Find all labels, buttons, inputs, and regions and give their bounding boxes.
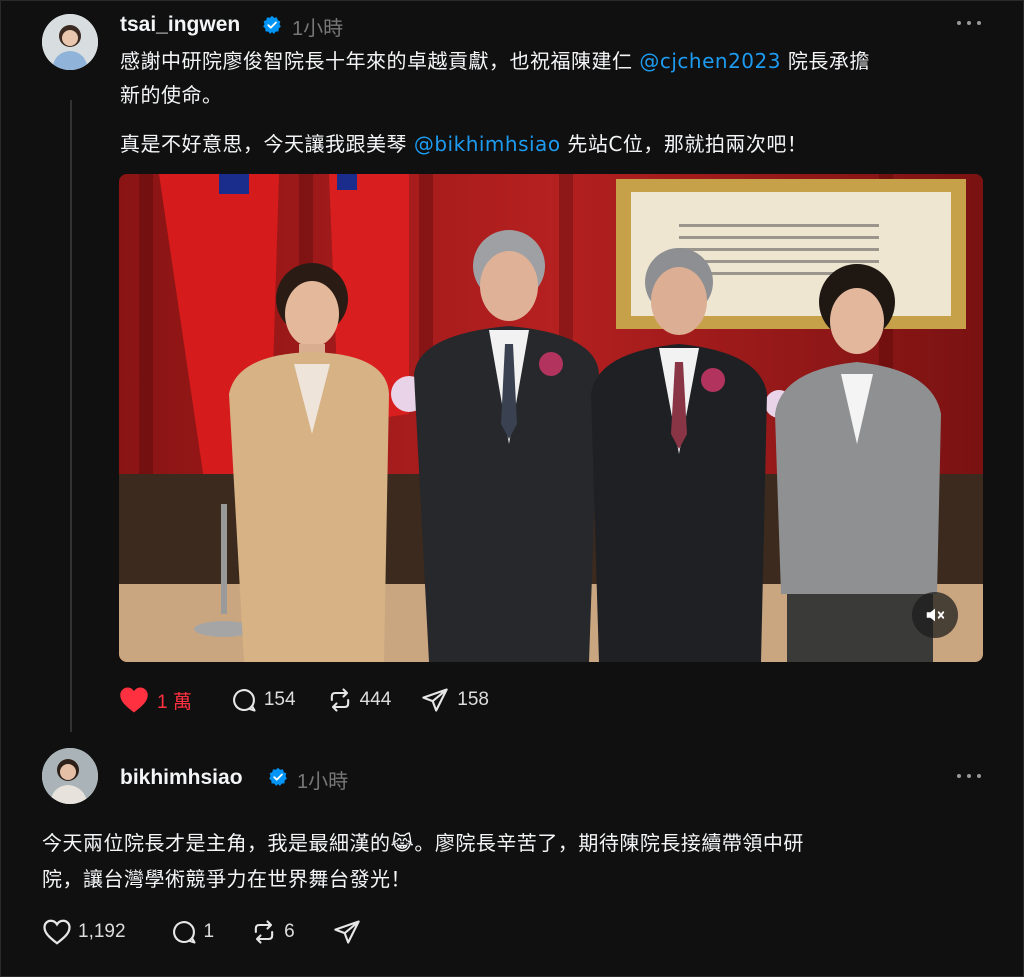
- cat-tears-emoji: 😹: [390, 831, 415, 855]
- comment-icon: [172, 921, 196, 944]
- verified-badge-icon: [269, 767, 287, 786]
- comment-icon: [232, 689, 256, 712]
- repost-count: 6: [284, 921, 295, 942]
- thread-connector-line: [70, 100, 72, 732]
- like-button[interactable]: 1,192: [42, 918, 126, 946]
- share-count: 158: [457, 689, 489, 710]
- share-button[interactable]: 158: [421, 686, 489, 714]
- avatar-bikhimhsiao[interactable]: [42, 748, 98, 804]
- mention-link-bikhimhsiao[interactable]: @bikhimhsiao: [414, 132, 561, 156]
- post-timestamp: 1小時: [297, 771, 349, 793]
- speaker-muted-icon: [926, 608, 945, 622]
- heart-outline-icon: [43, 919, 71, 945]
- comment-button[interactable]: 1: [170, 918, 215, 946]
- heart-filled-icon: [120, 687, 148, 713]
- repost-button[interactable]: 6: [250, 918, 295, 946]
- post-text-line-1: 今天兩位院長才是主角，我是最細漢的😹。廖院長辛苦了，期待陳院長接續帶領中研: [42, 826, 1002, 860]
- post-username[interactable]: tsai_ingwen: [120, 13, 240, 37]
- avatar-tsai-ingwen[interactable]: [42, 14, 98, 70]
- post-text-line-3: 真是不好意思，今天讓我跟美琴 @bikhimhsiao 先站C位，那就拍兩次吧！: [120, 127, 1000, 161]
- verified-badge-icon: [263, 15, 281, 34]
- post-text-line-2: 新的使命。: [120, 83, 223, 107]
- repost-icon: [254, 920, 274, 944]
- post-username[interactable]: bikhimhsiao: [120, 766, 243, 790]
- like-count: 1 萬: [157, 691, 192, 713]
- repost-count: 444: [359, 689, 392, 710]
- post-text-segment: 感謝中研院廖俊智院長十年來的卓越貢獻，也祝福陳建仁: [120, 49, 640, 73]
- post-text-segment: 院長承擔: [780, 49, 870, 73]
- like-button[interactable]: 1 萬: [119, 686, 192, 714]
- comment-count: 154: [263, 689, 296, 710]
- repost-icon: [330, 688, 349, 712]
- post-text-segment: 。廖院長辛苦了，期待陳院長接續帶領中研: [414, 831, 804, 855]
- mention-link-cjchen2023[interactable]: @cjchen2023: [639, 49, 781, 73]
- mute-toggle-button[interactable]: [912, 592, 958, 638]
- more-options-icon[interactable]: [957, 21, 981, 27]
- more-options-icon[interactable]: [957, 774, 981, 780]
- post-video[interactable]: [119, 174, 983, 662]
- post-text-segment: 先站C位，那就拍兩次吧！: [560, 132, 808, 156]
- post-action-bar: 1,192 1 6: [42, 918, 361, 946]
- post-text-segment: 今天兩位院長才是主角，我是最細漢的: [42, 831, 391, 855]
- video-frame-image: [119, 174, 983, 662]
- like-count: 1,192: [78, 921, 126, 942]
- send-icon: [333, 920, 360, 944]
- comment-button[interactable]: 154: [230, 686, 296, 714]
- post-timestamp: 1小時: [292, 18, 344, 40]
- send-icon: [422, 688, 448, 712]
- share-button[interactable]: [333, 918, 361, 946]
- post-text-line-2: 院，讓台灣學術競爭力在世界舞台發光！: [42, 867, 411, 891]
- post-text-line-1: 感謝中研院廖俊智院長十年來的卓越貢獻，也祝福陳建仁 @cjchen2023 院長…: [120, 44, 1000, 78]
- post-action-bar: 1 萬 154 444 158: [119, 686, 489, 714]
- comment-count: 1: [203, 921, 215, 942]
- post-text-segment: 真是不好意思，今天讓我跟美琴: [120, 132, 414, 156]
- repost-button[interactable]: 444: [326, 686, 392, 714]
